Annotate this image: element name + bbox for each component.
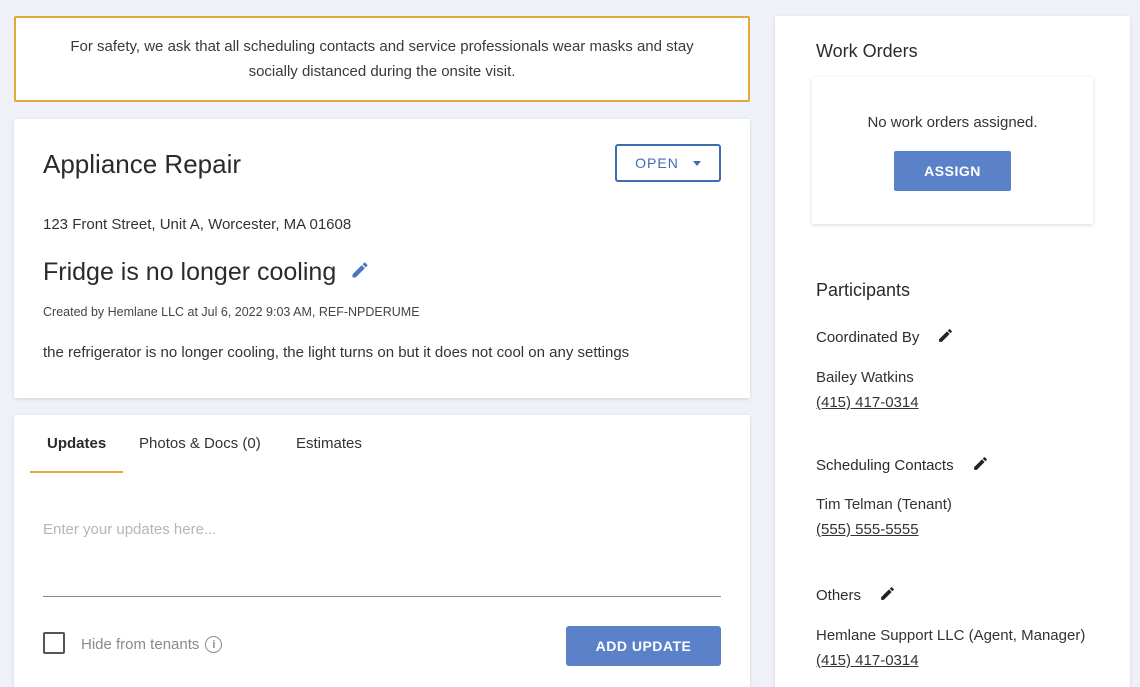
info-icon[interactable]: i [205, 636, 223, 653]
status-dropdown[interactable]: OPEN [615, 144, 721, 182]
issue-title: Fridge is no longer cooling [43, 258, 337, 286]
active-tab-indicator [30, 471, 123, 473]
safety-banner: For safety, we ask that all scheduling c… [14, 16, 750, 102]
edit-scheduling-pencil-icon[interactable] [972, 455, 989, 476]
scheduling-contact-phone-link[interactable]: (555) 555-5555 [816, 521, 919, 538]
hide-from-tenants-label: Hide from tenants i [81, 636, 223, 653]
hide-from-tenants-text: Hide from tenants [81, 636, 200, 653]
job-meta: Created by Hemlane LLC at Jul 6, 2022 9:… [43, 305, 420, 319]
tab-estimates[interactable]: Estimates [296, 435, 362, 452]
job-title: Appliance Repair [43, 149, 242, 179]
coordinator-phone-link[interactable]: (415) 417-0314 [816, 394, 919, 411]
edit-others-pencil-icon[interactable] [879, 585, 896, 606]
coordinated-by-label: Coordinated By [816, 327, 954, 348]
job-description: the refrigerator is no longer cooling, t… [43, 344, 630, 361]
job-details-card: Appliance Repair OPEN 123 Front Street, … [14, 119, 750, 398]
work-orders-empty-text: No work orders assigned. [867, 114, 1038, 131]
others-phone-link[interactable]: (415) 417-0314 [816, 652, 919, 669]
assign-button[interactable]: ASSIGN [894, 151, 1011, 191]
work-orders-box: No work orders assigned. ASSIGN [812, 77, 1093, 224]
side-panel: Work Orders No work orders assigned. ASS… [775, 16, 1130, 687]
scheduling-contacts-label: Scheduling Contacts [816, 455, 989, 476]
tab-updates[interactable]: Updates [47, 435, 106, 452]
tab-photos-docs[interactable]: Photos & Docs (0) [139, 435, 261, 452]
scheduling-contact-name: Tim Telman (Tenant) [816, 496, 952, 513]
scheduling-contacts-text: Scheduling Contacts [816, 457, 954, 474]
others-label: Others [816, 585, 896, 606]
safety-banner-text: For safety, we ask that all scheduling c… [70, 38, 694, 80]
others-text: Others [816, 587, 862, 604]
edit-issue-pencil-icon[interactable] [350, 258, 370, 287]
coordinator-name: Bailey Watkins [816, 369, 914, 386]
add-update-button[interactable]: ADD UPDATE [566, 626, 721, 666]
job-address: 123 Front Street, Unit A, Worcester, MA … [43, 216, 352, 233]
caret-down-icon [692, 160, 701, 166]
others-name: Hemlane Support LLC (Agent, Manager) [816, 627, 1086, 644]
hide-from-tenants-checkbox[interactable] [43, 632, 65, 654]
participants-title: Participants [816, 280, 911, 300]
edit-coordinator-pencil-icon[interactable] [937, 327, 954, 348]
update-input[interactable] [43, 521, 721, 597]
issue-heading: Fridge is no longer cooling [43, 258, 370, 287]
work-orders-title: Work Orders [816, 41, 918, 61]
updates-card: Updates Photos & Docs (0) Estimates Hide… [14, 415, 750, 687]
coordinated-by-text: Coordinated By [816, 329, 920, 346]
status-label: OPEN [635, 155, 679, 171]
